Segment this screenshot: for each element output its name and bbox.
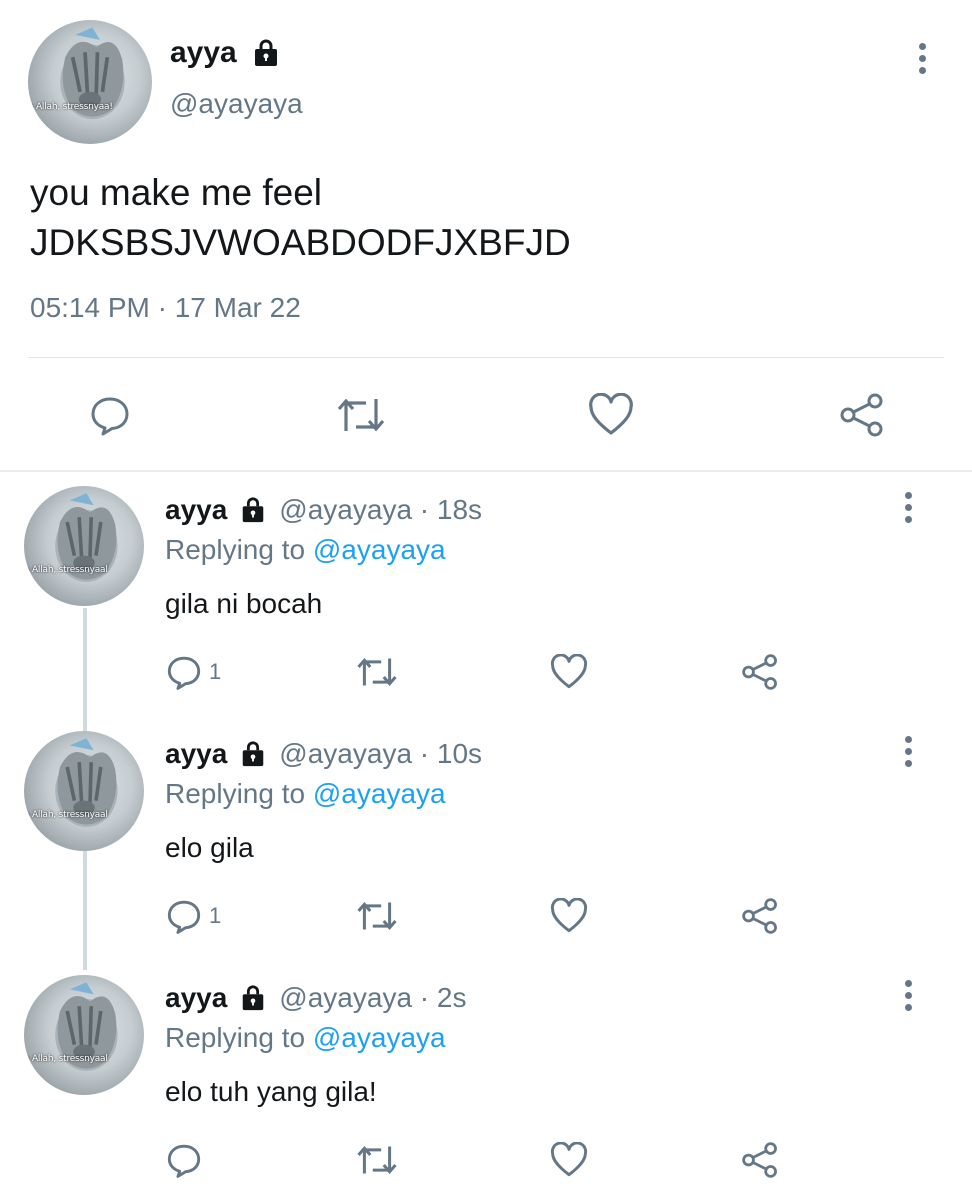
section-separator (0, 470, 972, 472)
lock-icon (243, 497, 264, 523)
retweet-button[interactable] (356, 1143, 398, 1177)
cat-avatar-image (55, 982, 118, 1071)
replying-prefix: Replying to (165, 1022, 313, 1053)
cat-avatar-image (60, 27, 125, 120)
avatar-caption: a Allah, stressnyaal (24, 1053, 108, 1064)
avatar-caption: a Allah, stressnyaal (24, 809, 108, 820)
like-icon (550, 654, 588, 689)
retweet-icon (357, 657, 397, 687)
share-icon (742, 1142, 777, 1178)
replying-prefix: Replying to (165, 534, 313, 565)
more-vertical-icon[interactable] (903, 492, 913, 530)
reply-button[interactable] (88, 393, 132, 437)
author-name[interactable]: ayya (170, 36, 237, 70)
avatar[interactable]: a Allah, stressnyaa! (28, 20, 152, 144)
reply-text: gila ni bocah (165, 588, 323, 619)
reply-icon (167, 900, 201, 934)
more-vertical-icon[interactable] (903, 980, 913, 1018)
share-button[interactable] (741, 654, 779, 690)
avatar[interactable]: a Allah, stressnyaal (24, 486, 144, 606)
replying-to: Replying to @ayayaya (165, 534, 446, 566)
reply-button[interactable]: 1 (165, 653, 221, 691)
share-button[interactable] (839, 393, 885, 437)
lock-icon (254, 39, 277, 66)
reply-icon (167, 1144, 201, 1178)
replying-mention[interactable]: @ayayaya (313, 778, 446, 809)
tweet-text-line-1: you make me feel (30, 172, 323, 213)
reply-button[interactable]: 1 (165, 897, 221, 935)
share-icon (742, 654, 777, 690)
retweet-button[interactable] (336, 395, 386, 435)
reply-text: elo tuh yang gila! (165, 1076, 377, 1107)
share-button[interactable] (741, 898, 779, 934)
author-name[interactable]: ayya (165, 494, 227, 526)
retweet-button[interactable] (356, 899, 398, 933)
like-icon (589, 393, 633, 435)
share-button[interactable] (741, 1142, 779, 1178)
retweet-button[interactable] (356, 655, 398, 689)
like-icon (550, 898, 588, 933)
like-button[interactable] (550, 1142, 588, 1178)
avatar[interactable]: a Allah, stressnyaal (24, 731, 144, 851)
author-handle-time[interactable]: @ayayaya · 2s (279, 982, 466, 1014)
reply-count: 1 (209, 659, 222, 684)
replying-to: Replying to @ayayaya (165, 1022, 446, 1054)
reply-text: elo gila (165, 832, 254, 863)
author-name[interactable]: ayya (165, 738, 227, 770)
author-name-row: ayya (170, 36, 281, 70)
cat-avatar-image (55, 738, 118, 827)
tweet-text-line-2: JDKSBSJVWOABDODFJXBFJD (30, 222, 571, 263)
lock-icon (243, 985, 264, 1011)
like-button[interactable] (588, 393, 634, 437)
avatar[interactable]: a Allah, stressnyaal (24, 975, 144, 1095)
retweet-icon (337, 398, 385, 432)
avatar-caption: a Allah, stressnyaa! (28, 101, 113, 112)
author-handle-time[interactable]: @ayayaya · 10s (279, 738, 482, 770)
like-button[interactable] (550, 898, 588, 934)
reply-header: ayya @ayayaya · 10s (165, 738, 482, 770)
reply-icon (167, 656, 201, 690)
more-vertical-icon[interactable] (903, 736, 913, 774)
replying-prefix: Replying to (165, 778, 313, 809)
retweet-icon (357, 901, 397, 931)
author-handle[interactable]: @ayayaya (170, 88, 303, 120)
tweet-text: you make me feel JDKSBSJVWOABDODFJXBFJD (30, 168, 571, 268)
share-icon (840, 393, 883, 437)
reply-button[interactable] (165, 1141, 209, 1179)
avatar-caption: a Allah, stressnyaal (24, 564, 108, 575)
retweet-icon (357, 1145, 397, 1175)
reply-count: 1 (209, 903, 222, 928)
divider (28, 357, 944, 358)
replying-to: Replying to @ayayaya (165, 778, 446, 810)
more-vertical-icon[interactable] (917, 43, 927, 81)
replying-mention[interactable]: @ayayaya (313, 534, 446, 565)
reply-header: ayya @ayayaya · 2s (165, 982, 466, 1014)
reply-icon (91, 397, 129, 436)
replying-mention[interactable]: @ayayaya (313, 1022, 446, 1053)
author-handle-time[interactable]: @ayayaya · 18s (279, 494, 482, 526)
like-icon (550, 1142, 588, 1177)
lock-icon (243, 741, 264, 767)
tweet-timestamp[interactable]: 05:14 PM · 17 Mar 22 (30, 292, 301, 324)
reply-header: ayya @ayayaya · 18s (165, 494, 482, 526)
author-name[interactable]: ayya (165, 982, 227, 1014)
cat-avatar-image (55, 493, 118, 582)
share-icon (742, 898, 777, 934)
like-button[interactable] (550, 654, 588, 690)
